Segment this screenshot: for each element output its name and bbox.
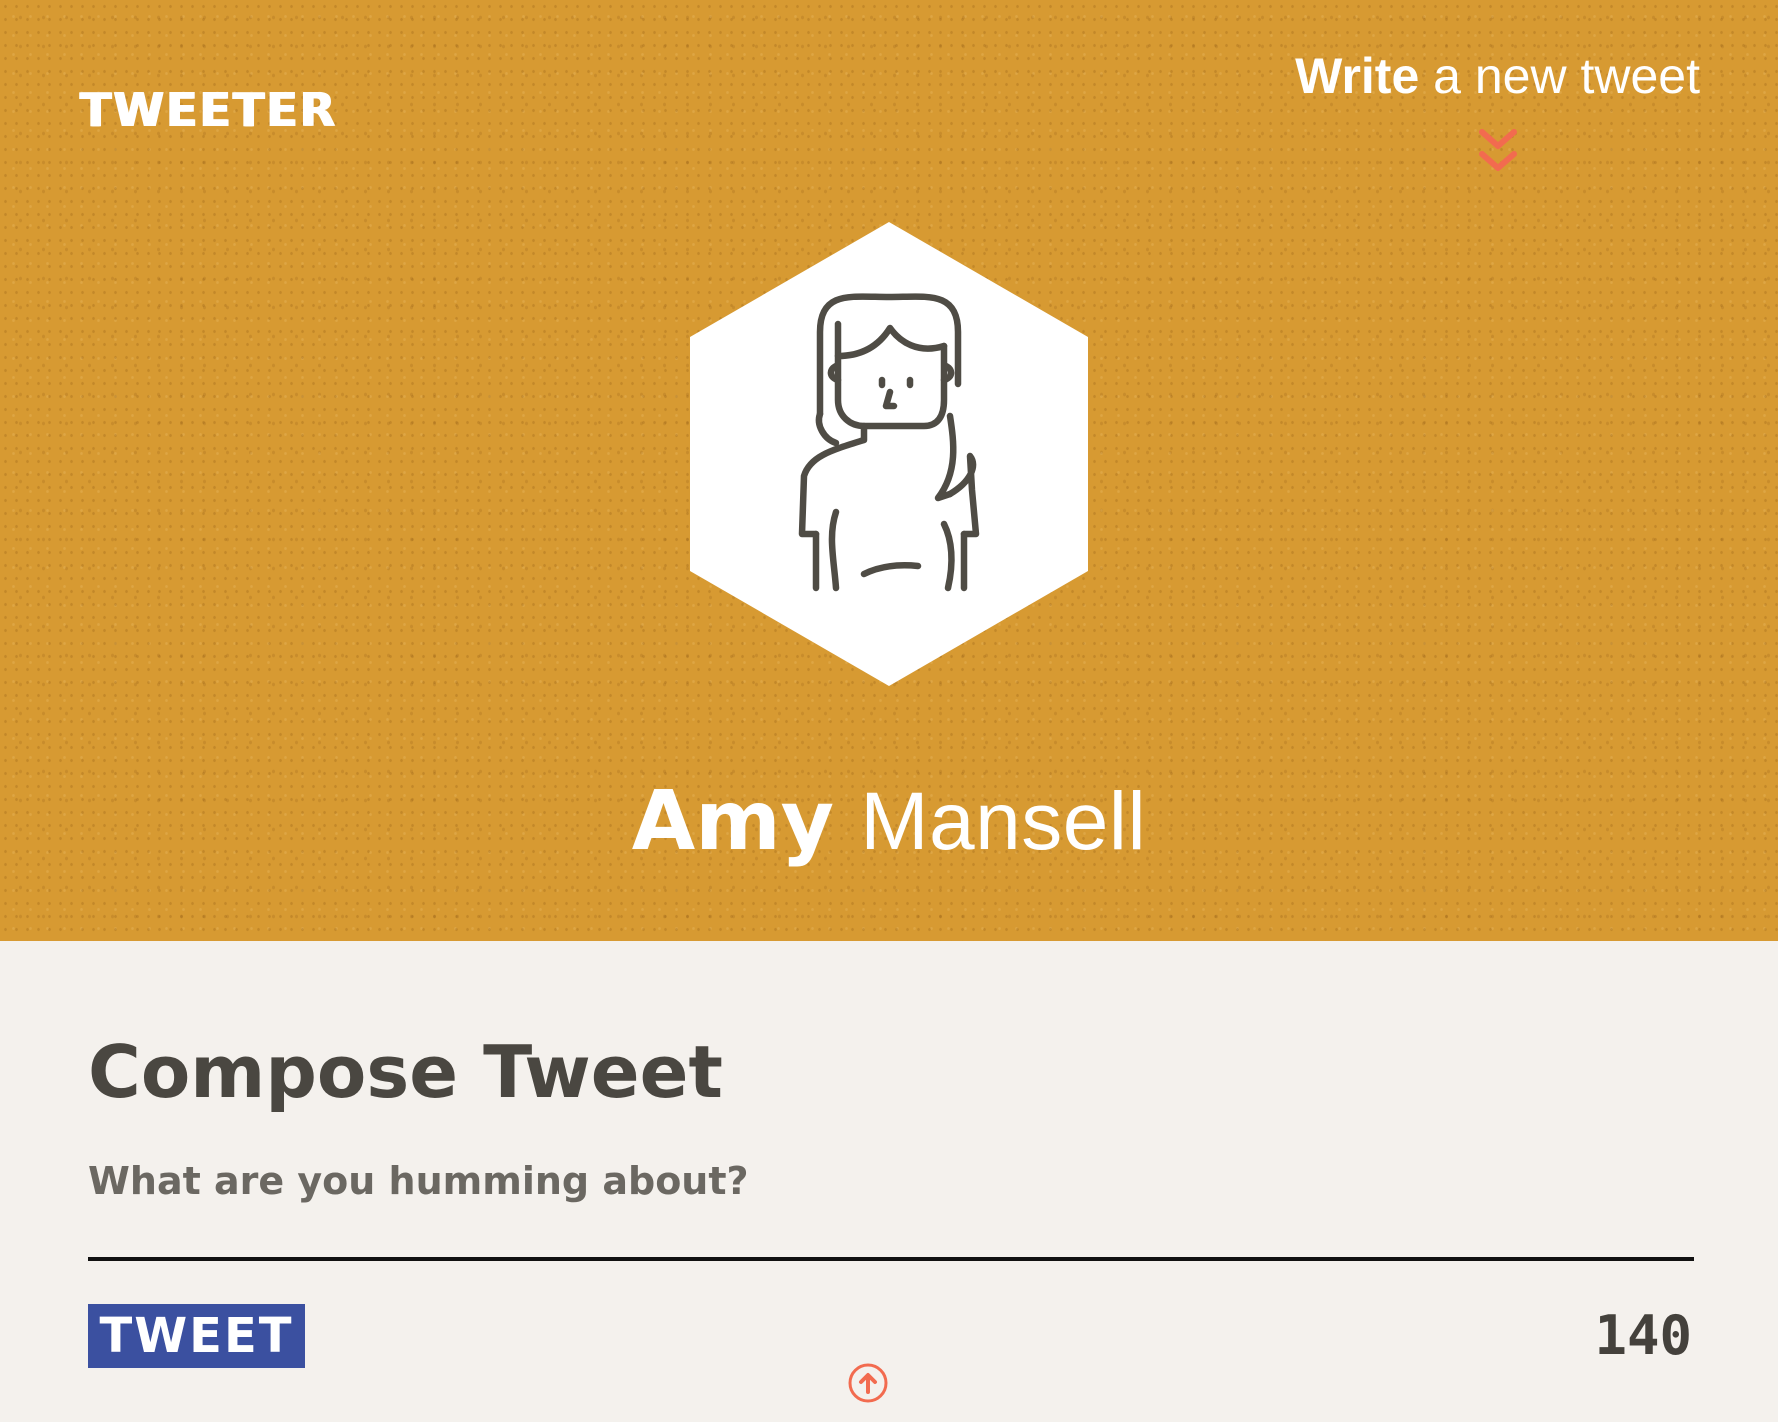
- profile-name: Amy Mansell: [0, 772, 1778, 872]
- app-logo[interactable]: TWEETER: [80, 80, 337, 140]
- tweet-input[interactable]: [88, 1151, 1694, 1261]
- character-counter: 140: [1594, 1304, 1692, 1367]
- profile-first-name: Amy: [631, 774, 835, 869]
- arrow-up-circle-icon[interactable]: [847, 1362, 889, 1404]
- write-link-light: a new tweet: [1419, 48, 1700, 104]
- tweet-button[interactable]: TWEET: [88, 1304, 305, 1368]
- compose-section: Compose Tweet TWEET 140: [0, 941, 1778, 1422]
- hexagon-frame: [690, 222, 1088, 686]
- profile-avatar: [690, 222, 1088, 686]
- double-chevron-down-icon[interactable]: [1476, 126, 1520, 176]
- profile-header: TWEETER Write a new tweet Amy Mansell: [0, 0, 1778, 941]
- compose-title: Compose Tweet: [88, 1030, 723, 1114]
- profile-last-name: Mansell: [860, 776, 1147, 867]
- write-link-strong: Write: [1295, 48, 1420, 104]
- write-new-tweet-link[interactable]: Write a new tweet: [1295, 44, 1700, 108]
